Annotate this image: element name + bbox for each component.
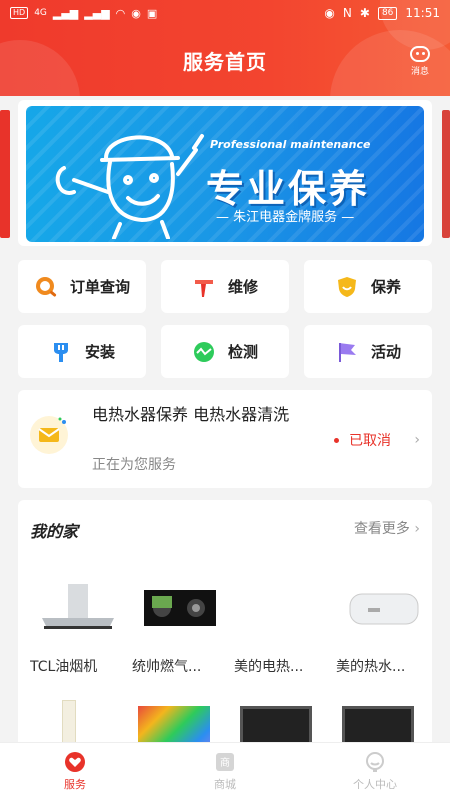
product-name: TCL油烟机 xyxy=(30,659,98,675)
order-search-icon xyxy=(34,275,58,299)
tile-label: 订单查询 xyxy=(69,278,130,296)
product-name: 美的热水... xyxy=(336,659,406,675)
tile-label: 检测 xyxy=(227,343,258,361)
section-title: 我的家 xyxy=(30,522,79,541)
order-subtitle: 正在为您服务 xyxy=(92,457,176,473)
nav-service[interactable]: 服务 xyxy=(0,743,150,800)
detect-icon xyxy=(192,340,216,364)
nfc-icon: N xyxy=(342,6,352,20)
tile-install[interactable]: 安装 xyxy=(18,325,146,378)
product-item[interactable]: 美的电热... xyxy=(234,582,330,676)
worker-illustration xyxy=(55,134,204,239)
signal-icon: ▂▄▆ xyxy=(52,6,79,20)
my-home-section: 我的家 查看更多 › TCL油烟机 统帅燃气... 美的电热... 美的热水..… xyxy=(18,500,432,760)
tile-label: 保养 xyxy=(370,278,401,296)
signal-icon-2: ▂▄▆ xyxy=(84,6,110,20)
wifi-icon: ◠ xyxy=(115,6,126,20)
tile-order-query[interactable]: 订单查询 xyxy=(18,260,146,313)
product-item[interactable]: 美的热水... xyxy=(336,582,432,676)
range-hood-image xyxy=(38,582,118,642)
order-status: 已取消 xyxy=(334,430,391,450)
message-icon xyxy=(410,46,430,62)
message-button[interactable]: 消息 xyxy=(404,46,436,77)
nav-mall[interactable]: 商 商城 xyxy=(150,743,300,800)
banner-headline: 专业保养 xyxy=(206,167,371,211)
envelope-icon xyxy=(30,416,68,454)
product-item[interactable]: TCL油烟机 xyxy=(30,582,126,676)
gas-stove-image xyxy=(140,582,220,642)
product-image-placeholder xyxy=(242,582,322,642)
view-more-link[interactable]: 查看更多 › xyxy=(354,518,420,538)
nav-profile[interactable]: 个人中心 xyxy=(300,743,450,800)
app-icon: ◉ xyxy=(131,6,141,20)
bluetooth-icon: ✱ xyxy=(359,6,370,20)
shield-icon xyxy=(335,275,359,299)
notify-icon: ▣ xyxy=(146,6,158,20)
nav-label: 商城 xyxy=(214,778,236,791)
status-dot xyxy=(334,437,339,443)
banner-prev-peek[interactable] xyxy=(0,110,10,238)
tile-label: 维修 xyxy=(227,278,258,296)
tile-label: 安装 xyxy=(84,343,115,361)
banner-tagline: Professional maintenance xyxy=(210,138,371,151)
order-title: 电热水器保养 电热水器清洗 xyxy=(92,405,290,424)
tile-activity[interactable]: 活动 xyxy=(304,325,432,378)
install-icon xyxy=(49,340,73,364)
battery-icon: 86 xyxy=(377,6,398,20)
hd-icon: HD xyxy=(10,7,29,19)
message-label: 消息 xyxy=(410,67,429,77)
flag-icon xyxy=(335,340,359,364)
product-item[interactable]: 统帅燃气... xyxy=(132,582,228,676)
tile-label: 活动 xyxy=(370,343,401,361)
hammer-icon xyxy=(192,275,216,299)
tile-repair[interactable]: 维修 xyxy=(161,260,289,313)
bottom-nav: 服务 商 商城 个人中心 xyxy=(0,742,450,800)
nav-label: 服务 xyxy=(64,778,86,791)
heart-icon xyxy=(65,752,85,772)
chevron-right-icon: › xyxy=(414,432,420,448)
eye-icon: ◉ xyxy=(324,6,335,20)
product-name: 美的电热... xyxy=(234,659,304,675)
nav-label: 个人中心 xyxy=(353,778,397,791)
page-title: 服务首页 xyxy=(183,50,267,74)
shop-icon: 商 xyxy=(216,753,234,771)
product-name: 统帅燃气... xyxy=(132,659,202,675)
status-bar: HD 4G ▂▄▆ ▂▄▆ ◠ ◉ ▣ ◉ N ✱ 86 11:51 xyxy=(0,0,450,26)
promo-banner[interactable]: Professional maintenance 专业保养 — 朱江电器金牌服务… xyxy=(26,106,424,242)
water-heater-image xyxy=(344,582,424,642)
chevron-right-icon: › xyxy=(414,521,420,537)
view-more-label: 查看更多 xyxy=(353,521,410,537)
current-order-card[interactable]: 电热水器保养 电热水器清洗 正在为您服务 已取消 › xyxy=(18,390,432,488)
network-label: 4G xyxy=(34,8,47,18)
banner-next-peek[interactable] xyxy=(442,110,450,238)
banner-subline: — 朱江电器金牌服务 — xyxy=(216,210,355,225)
user-icon xyxy=(366,752,384,772)
clock: 11:51 xyxy=(405,6,440,20)
svg-text:商: 商 xyxy=(220,756,230,769)
header: HD 4G ▂▄▆ ▂▄▆ ◠ ◉ ▣ ◉ N ✱ 86 11:51 服务首页 … xyxy=(0,0,450,96)
order-status-text: 已取消 xyxy=(349,433,391,449)
tile-detect[interactable]: 检测 xyxy=(161,325,289,378)
tile-maintenance[interactable]: 保养 xyxy=(304,260,432,313)
